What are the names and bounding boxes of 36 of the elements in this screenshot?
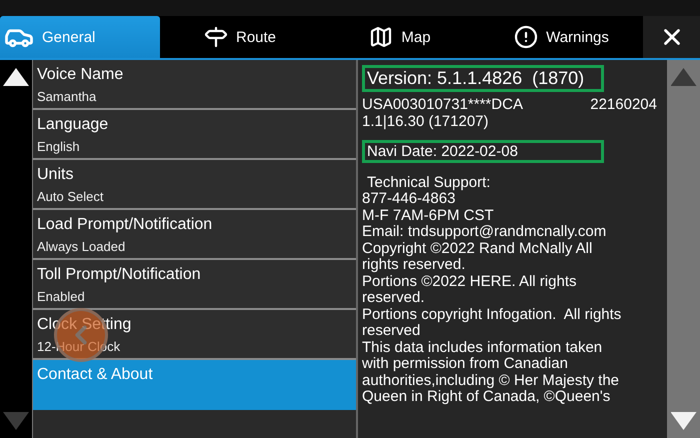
settings-item[interactable]: Language English — [33, 110, 356, 160]
navi-date-text: Navi Date: 2022-02-08 — [362, 140, 604, 163]
setting-value: Always Loaded — [37, 239, 126, 254]
support-text: This data includes information taken with permission from Canadian authorities,including © Her Majesty the Queen in Right of Canada, ©Queen's — [362, 340, 620, 406]
alert-icon — [514, 25, 538, 49]
settings-item[interactable]: Toll Prompt/Notification Enabled — [33, 260, 356, 310]
setting-title: Toll Prompt/Notification — [37, 266, 202, 284]
map-icon — [369, 25, 394, 49]
setting-title: Contact & About — [37, 366, 154, 384]
signpost-icon — [204, 25, 228, 49]
close-button[interactable] — [643, 16, 700, 58]
settings-item[interactable]: Load Prompt/Notification Always Loaded — [33, 210, 356, 260]
support-text: M-F 7AM-6PM CST — [362, 208, 495, 224]
setting-title: Units — [37, 166, 74, 184]
settings-item[interactable]: Units Auto Select — [33, 160, 356, 210]
support-text: Email: tndsupport@randmcnally.com — [362, 224, 608, 241]
setting-title: Load Prompt/Notification — [37, 216, 214, 234]
map-build: 1.1|16.30 (171207) — [362, 112, 490, 130]
support-text: Technical Support: — [366, 174, 492, 192]
support-text: Portions copyright Infogation. All rights reserved — [362, 306, 622, 340]
map-code: 22160204 — [590, 96, 657, 113]
setting-value: Enabled — [37, 289, 86, 304]
map-id: USA003010731****DCA — [362, 96, 523, 113]
support-text: 877-446-4863 — [362, 191, 456, 208]
support-text: Copyright ©2022 Rand McNally All rights reserved. — [362, 240, 594, 274]
tab[interactable]: General — [0, 16, 160, 58]
setting-value: Samantha — [37, 89, 98, 104]
setting-title: Voice Name — [37, 66, 124, 84]
setting-value: Auto Select — [37, 189, 104, 204]
version-text: Version: 5.1.1.4826 (1870) — [362, 65, 604, 92]
support-text: Portions ©2022 HERE. All rights reserved. — [362, 274, 578, 307]
settings-item[interactable]: Contact & About — [33, 360, 356, 410]
settings-item[interactable]: Voice Name Samantha — [33, 60, 356, 110]
setting-value: English — [37, 139, 81, 154]
setting-title: Language — [37, 116, 110, 134]
setting-title: Clock Setting — [37, 316, 132, 334]
